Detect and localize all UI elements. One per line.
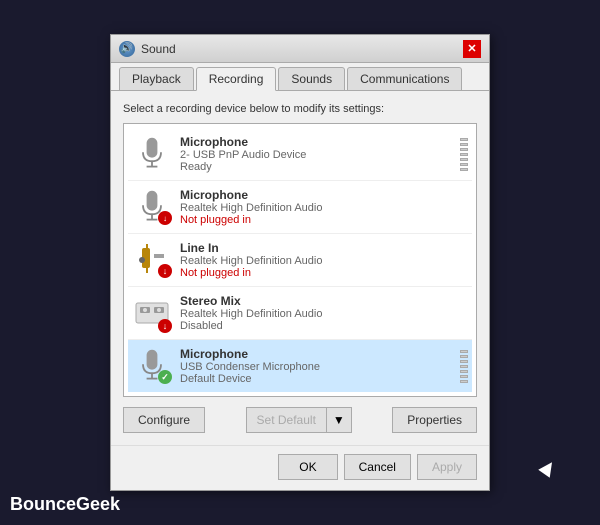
bar-7 (460, 168, 468, 171)
device-name-3: Line In (180, 241, 468, 255)
device-info-2: Microphone Realtek High Definition Audio… (180, 188, 468, 226)
tab-recording[interactable]: Recording (196, 67, 277, 91)
device-name-2: Microphone (180, 188, 468, 202)
bar5-7 (460, 380, 468, 383)
signal-bars-5 (460, 348, 468, 384)
set-default-arrow-button[interactable]: ▼ (326, 407, 352, 433)
tab-playback[interactable]: Playback (119, 67, 194, 90)
watermark: BounceGeek (10, 494, 120, 515)
bar-2 (460, 143, 468, 146)
cancel-button[interactable]: Cancel (344, 454, 411, 480)
apply-button[interactable]: Apply (417, 454, 477, 480)
title-bar-left: 🔊 Sound (119, 41, 176, 57)
not-plugged-badge-3: ↓ (158, 264, 172, 278)
device-status-4: Disabled (180, 320, 468, 332)
device-info-5: Microphone USB Condenser Microphone Defa… (180, 347, 452, 385)
cursor-indicator (538, 458, 557, 477)
device-desc-5: USB Condenser Microphone (180, 361, 452, 373)
bar-1 (460, 138, 468, 141)
close-button[interactable]: ✕ (463, 40, 481, 58)
bar5-3 (460, 360, 468, 363)
tab-content: Select a recording device below to modif… (111, 90, 489, 445)
device-desc-4: Realtek High Definition Audio (180, 308, 468, 320)
device-icon-wrap-2: ↓ (132, 187, 172, 227)
bar-4 (460, 153, 468, 156)
device-desc-1: 2- USB PnP Audio Device (180, 149, 452, 161)
bar5-5 (460, 370, 468, 373)
tab-communications[interactable]: Communications (347, 67, 462, 90)
device-status-3: Not plugged in (180, 267, 468, 279)
device-icon-wrap-3: ↓ (132, 240, 172, 280)
microphone-icon-1 (136, 136, 168, 172)
devices-list: Microphone 2- USB PnP Audio Device Ready (123, 123, 477, 397)
device-icon-wrap-5: ✓ (132, 346, 172, 386)
device-icon-wrap-4: ↓ (132, 293, 172, 333)
device-name-4: Stereo Mix (180, 294, 468, 308)
set-default-button[interactable]: Set Default (246, 407, 326, 433)
instruction-text: Select a recording device below to modif… (123, 103, 477, 115)
bar-3 (460, 148, 468, 151)
bar-5 (460, 158, 468, 161)
device-status-1: Ready (180, 161, 452, 173)
properties-button[interactable]: Properties (392, 407, 477, 433)
bar5-1 (460, 350, 468, 353)
bar5-2 (460, 355, 468, 358)
bar5-6 (460, 375, 468, 378)
device-item-line-in[interactable]: ↓ Line In Realtek High Definition Audio … (128, 234, 472, 287)
device-item-stereo-mix[interactable]: ↓ Stereo Mix Realtek High Definition Aud… (128, 287, 472, 340)
device-info-3: Line In Realtek High Definition Audio No… (180, 241, 468, 279)
device-item-mic-realtek[interactable]: ↓ Microphone Realtek High Definition Aud… (128, 181, 472, 234)
device-info-4: Stereo Mix Realtek High Definition Audio… (180, 294, 468, 332)
dialog-title: Sound (141, 42, 176, 56)
device-desc-3: Realtek High Definition Audio (180, 255, 468, 267)
bottom-buttons: OK Cancel Apply (111, 445, 489, 490)
sound-dialog: 🔊 Sound ✕ Playback Recording Sounds Comm… (110, 34, 490, 491)
default-badge-5: ✓ (158, 370, 172, 384)
bar-6 (460, 163, 468, 166)
configure-button[interactable]: Configure (123, 407, 205, 433)
ok-button[interactable]: OK (278, 454, 337, 480)
device-desc-2: Realtek High Definition Audio (180, 202, 468, 214)
signal-bars-1 (460, 136, 468, 172)
device-icon-wrap-1 (132, 134, 172, 174)
device-item-mic-condenser[interactable]: ✓ Microphone USB Condenser Microphone De… (128, 340, 472, 392)
set-default-group: Set Default ▼ (246, 407, 352, 433)
device-name-1: Microphone (180, 135, 452, 149)
disabled-badge-4: ↓ (158, 319, 172, 333)
device-name-5: Microphone (180, 347, 452, 361)
sound-app-icon: 🔊 (119, 41, 135, 57)
tabs-container: Playback Recording Sounds Communications (111, 63, 489, 90)
device-info-1: Microphone 2- USB PnP Audio Device Ready (180, 135, 452, 173)
device-status-2: Not plugged in (180, 214, 468, 226)
device-status-5: Default Device (180, 373, 452, 385)
title-bar: 🔊 Sound ✕ (111, 35, 489, 63)
tab-sounds[interactable]: Sounds (278, 67, 345, 90)
device-item-mic-usb[interactable]: Microphone 2- USB PnP Audio Device Ready (128, 128, 472, 181)
bar5-4 (460, 365, 468, 368)
action-buttons-row: Configure Set Default ▼ Properties (123, 407, 477, 433)
not-plugged-badge-2: ↓ (158, 211, 172, 225)
